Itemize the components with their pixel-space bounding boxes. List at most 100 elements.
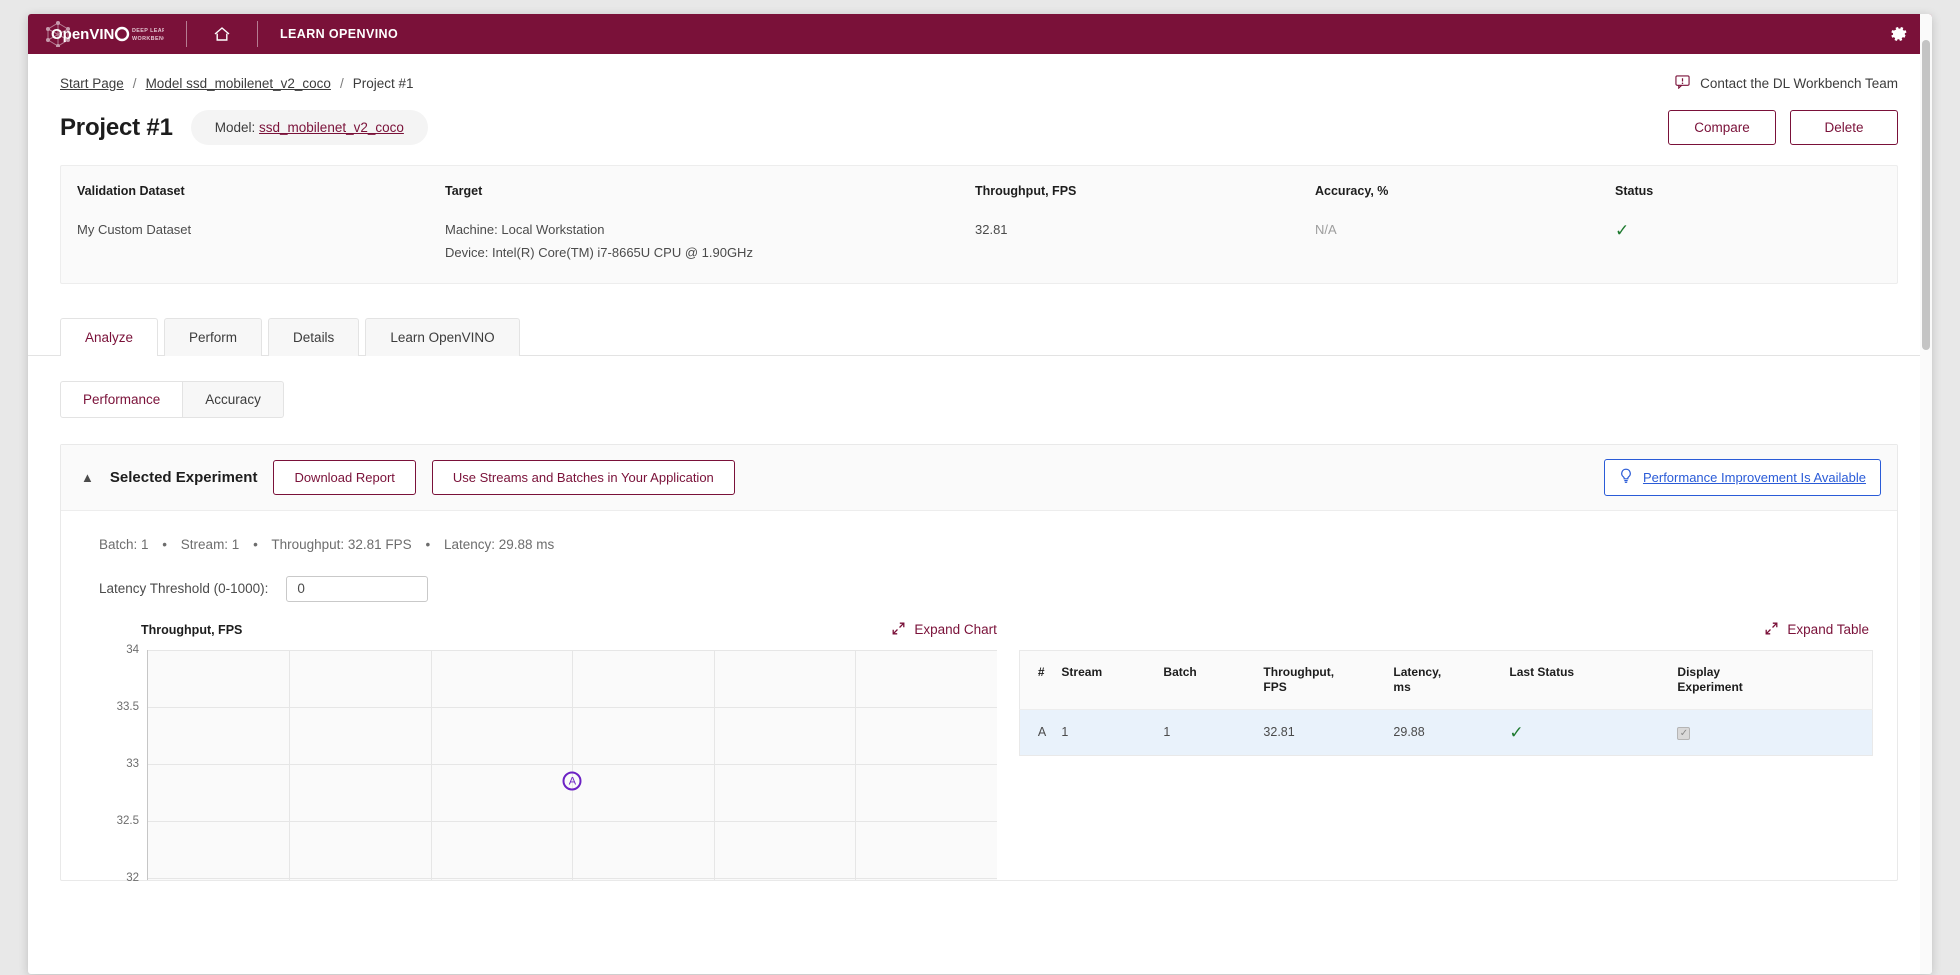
app-window: OpenVIN DEEP LEARNING WORKBENCH LEARN OP… bbox=[28, 14, 1932, 974]
cell-latency: 29.88 bbox=[1393, 725, 1425, 740]
summary-header-dataset: Validation Dataset bbox=[77, 184, 185, 198]
th-display-experiment[interactable]: Display Experiment bbox=[1677, 650, 1873, 710]
y-axis-tick: 34 bbox=[126, 643, 139, 656]
stat-throughput: Throughput: 32.81 FPS bbox=[271, 536, 412, 552]
throughput-chart-section: Throughput, FPS Expand Chart 34 33.5 33 … bbox=[61, 622, 1019, 884]
delete-button[interactable]: Delete bbox=[1790, 110, 1898, 145]
latency-threshold-label: Latency Threshold (0-1000): bbox=[99, 581, 269, 597]
cell-throughput: 32.81 bbox=[1263, 725, 1295, 740]
stat-stream: Stream: 1 bbox=[180, 536, 240, 552]
home-icon[interactable] bbox=[209, 21, 235, 47]
breadcrumb-row: Start Page / Model ssd_mobilenet_v2_coco… bbox=[28, 54, 1932, 92]
latency-threshold-input[interactable] bbox=[286, 575, 429, 602]
experiments-table: # Stream Batch Throughput, FPS Latency, … bbox=[1018, 649, 1873, 756]
gear-icon[interactable] bbox=[1886, 21, 1912, 47]
expand-arrows-icon bbox=[1765, 622, 1778, 638]
summary-value-target: Machine: Local Workstation Device: Intel… bbox=[445, 222, 975, 261]
target-device: Device: Intel(R) Core(TM) i7-8665U CPU @… bbox=[445, 244, 753, 260]
tab-details[interactable]: Details bbox=[268, 317, 360, 356]
svg-text:DEEP LEARNING: DEEP LEARNING bbox=[132, 28, 164, 34]
lightbulb-icon bbox=[1619, 468, 1633, 487]
page-title: Project #1 bbox=[60, 113, 173, 141]
summary-header-target: Target bbox=[445, 184, 483, 198]
feedback-icon bbox=[1675, 74, 1690, 92]
performance-improvement-label: Performance Improvement Is Available bbox=[1642, 469, 1866, 485]
svg-text:WORKBENCH: WORKBENCH bbox=[132, 36, 164, 42]
tab-perform[interactable]: Perform bbox=[164, 317, 263, 356]
throughput-chart: 34 33.5 33 32.5 32 A bbox=[99, 644, 1019, 884]
tab-analyze[interactable]: Analyze bbox=[60, 317, 159, 356]
primary-tabs: Analyze Perform Details Learn OpenVINO bbox=[28, 317, 1932, 356]
table-header: # Stream Batch Throughput, FPS Latency, … bbox=[1019, 650, 1873, 710]
th-last-status[interactable]: Last Status bbox=[1509, 650, 1678, 710]
chart-plot-area: A bbox=[147, 649, 997, 880]
cell-stream: 1 bbox=[1061, 725, 1069, 740]
summary-value-status: ✓ bbox=[1615, 222, 1881, 261]
expand-chart-label: Expand Chart bbox=[914, 622, 997, 638]
page-header: Project #1 Model: ssd_mobilenet_v2_coco … bbox=[28, 92, 1932, 145]
latency-threshold-row: Latency Threshold (0-1000): bbox=[61, 552, 1897, 602]
breadcrumb-item-start-page[interactable]: Start Page bbox=[60, 76, 124, 91]
subtab-performance[interactable]: Performance bbox=[60, 380, 184, 418]
expand-table-label: Expand Table bbox=[1787, 622, 1869, 638]
summary-value-dataset: My Custom Dataset bbox=[77, 222, 192, 237]
th-batch[interactable]: Batch bbox=[1163, 650, 1264, 710]
check-icon: ✓ bbox=[1509, 722, 1524, 742]
experiments-table-section: Expand Table # Stream Batch Throughput, … bbox=[1018, 622, 1897, 880]
chevron-up-icon[interactable]: ▲ bbox=[81, 471, 94, 484]
performance-improvement-button[interactable]: Performance Improvement Is Available bbox=[1603, 458, 1881, 496]
expand-chart-link[interactable]: Expand Chart bbox=[892, 622, 997, 638]
chart-title: Throughput, FPS bbox=[141, 622, 243, 637]
use-streams-batches-button[interactable]: Use Streams and Batches in Your Applicat… bbox=[431, 459, 735, 495]
check-icon: ✓ bbox=[1615, 221, 1630, 240]
th-throughput[interactable]: Throughput, FPS bbox=[1263, 650, 1394, 710]
summary-value-throughput: 32.81 bbox=[975, 222, 1008, 237]
page-scrollbar-track[interactable] bbox=[1920, 14, 1932, 974]
chart-point-a[interactable]: A bbox=[562, 771, 582, 791]
breadcrumb-item-project: Project #1 bbox=[352, 75, 414, 91]
th-stream[interactable]: Stream bbox=[1061, 650, 1164, 710]
target-machine: Machine: Local Workstation bbox=[445, 222, 605, 237]
table-body: A 1 1 32.81 29.88 ✓ ✓ bbox=[1019, 709, 1873, 756]
compare-button[interactable]: Compare bbox=[1668, 110, 1776, 145]
analyze-subtabs: Performance Accuracy bbox=[60, 380, 1932, 418]
y-axis-tick: 33.5 bbox=[116, 701, 139, 713]
subtab-accuracy[interactable]: Accuracy bbox=[183, 380, 284, 418]
summary-value-accuracy: N/A bbox=[1315, 222, 1337, 237]
y-axis-tick: 32.5 bbox=[116, 815, 139, 828]
model-link[interactable]: ssd_mobilenet_v2_coco bbox=[259, 120, 404, 135]
selected-experiment-header: ▲ Selected Experiment Download Report Us… bbox=[61, 444, 1897, 511]
page-scrollbar-thumb[interactable] bbox=[1922, 40, 1930, 350]
expand-table-link[interactable]: Expand Table bbox=[1765, 622, 1869, 638]
cell-batch: 1 bbox=[1163, 725, 1171, 740]
cell-last-status: ✓ bbox=[1509, 709, 1677, 755]
display-experiment-checkbox[interactable]: ✓ bbox=[1677, 726, 1691, 740]
divider bbox=[186, 21, 187, 47]
breadcrumb-separator: / bbox=[132, 75, 137, 91]
expand-arrows-icon bbox=[892, 622, 905, 638]
summary-header-status: Status bbox=[1615, 184, 1654, 198]
selected-experiment-panel: ▲ Selected Experiment Download Report Us… bbox=[60, 443, 1898, 884]
experiment-stats-line: Batch: 1 • Stream: 1 • Throughput: 32.81… bbox=[99, 536, 555, 552]
top-navigation-bar: OpenVIN DEEP LEARNING WORKBENCH LEARN OP… bbox=[28, 14, 1932, 54]
table-row[interactable]: A 1 1 32.81 29.88 ✓ ✓ bbox=[1019, 709, 1873, 756]
contact-team-link[interactable]: Contact the DL Workbench Team bbox=[1675, 74, 1898, 92]
contact-team-label: Contact the DL Workbench Team bbox=[1700, 75, 1898, 91]
selected-experiment-title: Selected Experiment bbox=[109, 468, 258, 486]
stat-latency: Latency: 29.88 ms bbox=[443, 536, 555, 552]
breadcrumb-item-model[interactable]: Model ssd_mobilenet_v2_coco bbox=[146, 76, 331, 91]
tab-learn-openvino[interactable]: Learn OpenVINO bbox=[365, 317, 520, 356]
svg-text:OpenVIN: OpenVIN bbox=[51, 26, 114, 43]
learn-openvino-link[interactable]: LEARN OPENVINO bbox=[280, 27, 398, 41]
download-report-button[interactable]: Download Report bbox=[273, 459, 416, 495]
breadcrumb-separator: / bbox=[339, 75, 344, 91]
th-latency[interactable]: Latency, ms bbox=[1393, 650, 1510, 710]
y-axis-tick: 32 bbox=[126, 872, 139, 885]
divider bbox=[257, 21, 258, 47]
th-index[interactable]: # bbox=[1019, 650, 1062, 710]
project-summary-card: Validation Dataset Target Throughput, FP… bbox=[60, 165, 1898, 284]
openvino-logo[interactable]: OpenVIN DEEP LEARNING WORKBENCH bbox=[44, 21, 164, 47]
model-pill: Model: ssd_mobilenet_v2_coco bbox=[190, 110, 428, 145]
y-axis-tick: 33 bbox=[126, 758, 139, 771]
cell-display-experiment: ✓ bbox=[1677, 709, 1872, 755]
